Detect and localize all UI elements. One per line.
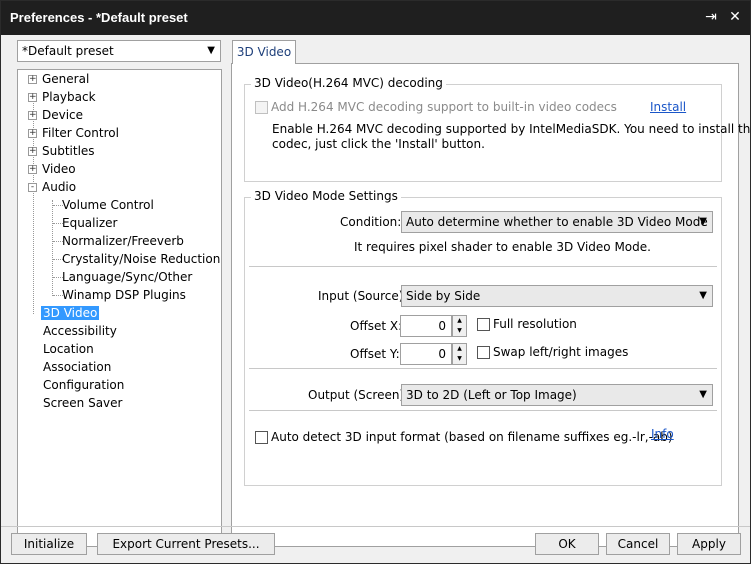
offset-y-value[interactable]: 0 [400,343,452,365]
spin-down-icon[interactable]: ▼ [453,326,466,336]
tab-panel-3d-video: 3D Video(H.264 MVC) decoding Add H.264 M… [231,63,751,547]
output-screen-label: Output (Screen): [308,388,409,402]
condition-note: It requires pixel shader to enable 3D Vi… [354,240,651,254]
tree-item-configuration[interactable]: Configuration [43,377,124,394]
tree-item-general[interactable]: + General [28,71,89,88]
swap-images-checkbox[interactable] [477,346,490,359]
spin-down-icon[interactable]: ▼ [453,354,466,364]
offset-x-spin-buttons[interactable]: ▲ ▼ [452,315,467,337]
tree-item-playback[interactable]: + Playback [28,89,96,106]
expand-icon[interactable]: + [28,111,37,120]
expand-icon[interactable]: + [28,75,37,84]
tree-item-accessibility[interactable]: Accessibility [43,323,117,340]
preferences-window: Preferences - *Default preset ⇥ ✕ *Defau… [0,0,751,564]
export-presets-button[interactable]: Export Current Presets... [97,533,275,555]
mode-settings-group: 3D Video Mode Settings Condition: Auto d… [244,189,722,486]
separator [249,410,717,411]
collapse-icon[interactable]: - [28,183,37,192]
separator [249,368,717,369]
mode-group-title: 3D Video Mode Settings [251,189,401,203]
tree-item-language-sync[interactable]: Language/Sync/Other [62,269,192,286]
tree-item-equalizer[interactable]: Equalizer [62,215,117,232]
tree-item-video[interactable]: + Video [28,161,76,178]
mvc-description-line2: codec, just click the 'Install' button. [272,137,485,151]
title-bar: Preferences - *Default preset ⇥ ✕ [1,1,750,35]
output-screen-dropdown-value: 3D to 2D (Left or Top Image) [406,388,577,402]
tree-item-subtitles[interactable]: + Subtitles [28,143,95,160]
close-icon[interactable]: ✕ [725,7,745,27]
footer-separator [1,526,750,527]
tree-item-device[interactable]: + Device [28,107,83,124]
category-tree: + General + Playback + Device + Filter Contr… [17,69,222,547]
mvc-support-label: Add H.264 MVC decoding support to built-… [271,100,617,114]
chevron-down-icon: ▼ [699,290,707,301]
tree-item-3d-video[interactable]: 3D Video [41,305,100,322]
tree-item-screen-saver[interactable]: Screen Saver [43,395,122,412]
input-source-dropdown-value: Side by Side [406,289,481,303]
apply-button[interactable]: Apply [677,533,741,555]
tree-item-crystality[interactable]: Crystality/Noise Reduction [62,251,220,268]
client-area: *Default preset ▼ + General + Playback + De… [1,35,751,563]
condition-dropdown-value: Auto determine whether to enable 3D Vide… [406,215,708,229]
tree-item-winamp-dsp[interactable]: Winamp DSP Plugins [62,287,186,304]
input-source-label: Input (Source): [318,289,408,303]
spin-up-icon[interactable]: ▲ [453,344,466,354]
tree-item-audio[interactable]: - Audio [28,179,76,196]
tree-item-location[interactable]: Location [43,341,94,358]
output-screen-dropdown[interactable]: 3D to 2D (Left or Top Image) ▼ [401,384,713,406]
tree-item-association[interactable]: Association [43,359,111,376]
full-resolution-label: Full resolution [493,317,577,331]
chevron-down-icon: ▼ [699,389,707,400]
preset-dropdown[interactable]: *Default preset ▼ [17,40,221,62]
full-resolution-checkbox[interactable] [477,318,490,331]
offset-x-value[interactable]: 0 [400,315,452,337]
tree-guide-line [52,200,53,296]
condition-dropdown[interactable]: Auto determine whether to enable 3D Vide… [401,211,713,233]
auto-detect-label: Auto detect 3D input format (based on fi… [271,430,673,444]
mvc-decoding-group: 3D Video(H.264 MVC) decoding Add H.264 M… [244,76,751,182]
expand-icon[interactable]: + [28,93,37,102]
tree-item-filter-control[interactable]: + Filter Control [28,125,119,142]
expand-icon[interactable]: + [28,147,37,156]
input-source-dropdown[interactable]: Side by Side ▼ [401,285,713,307]
ok-button[interactable]: OK [535,533,599,555]
tree-item-volume-control[interactable]: Volume Control [62,197,154,214]
offset-y-stepper[interactable]: 0 ▲ ▼ [400,343,468,365]
offset-x-stepper[interactable]: 0 ▲ ▼ [400,315,468,337]
preset-dropdown-value: *Default preset [22,44,114,58]
initialize-button[interactable]: Initialize [11,533,87,555]
window-title: Preferences - *Default preset [10,10,188,25]
auto-detect-checkbox[interactable] [255,431,268,444]
info-link[interactable]: Info [651,427,674,441]
offset-x-label: Offset X: [350,319,403,333]
spin-up-icon[interactable]: ▲ [453,316,466,326]
tree-item-normalizer[interactable]: Normalizer/Freeverb [62,233,184,250]
expand-icon[interactable]: + [28,129,37,138]
mvc-support-checkbox[interactable] [255,101,268,114]
expand-icon[interactable]: + [28,165,37,174]
swap-images-label: Swap left/right images [493,345,629,359]
install-link[interactable]: Install [650,100,686,114]
condition-label: Condition: [340,215,402,229]
tab-3d-video[interactable]: 3D Video [232,40,296,64]
mvc-description-line1: Enable H.264 MVC decoding supported by I… [272,122,751,136]
cancel-button[interactable]: Cancel [606,533,670,555]
mvc-group-title: 3D Video(H.264 MVC) decoding [251,76,446,90]
chevron-down-icon: ▼ [207,45,215,56]
pin-icon[interactable]: ⇥ [701,7,721,27]
offset-y-spin-buttons[interactable]: ▲ ▼ [452,343,467,365]
separator [249,266,717,267]
offset-y-label: Offset Y: [350,347,400,361]
chevron-down-icon: ▼ [699,216,707,227]
